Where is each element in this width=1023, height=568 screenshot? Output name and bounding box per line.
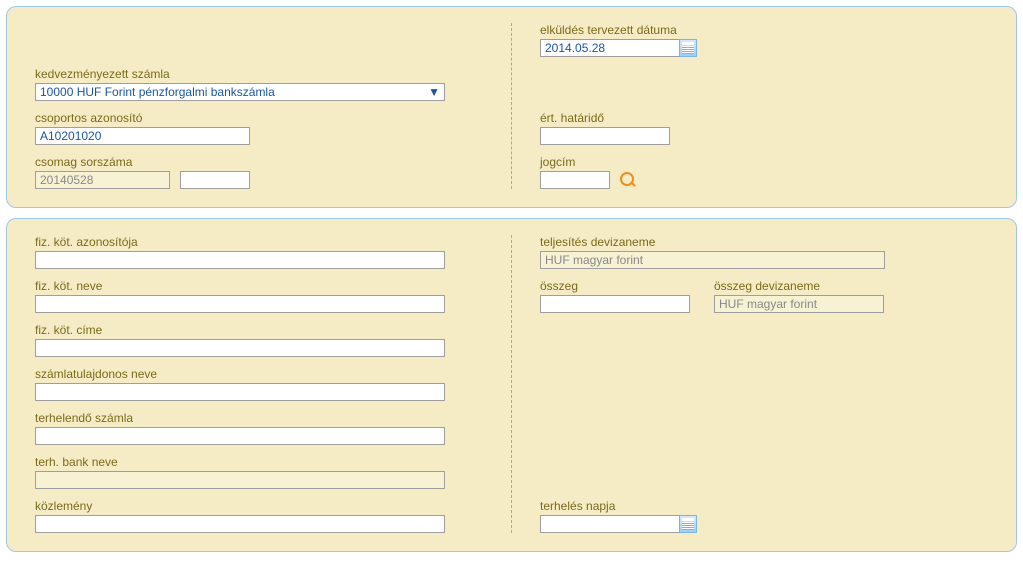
label-payer-addr: fiz. köt. címe: [35, 323, 483, 337]
field-payer-name: fiz. köt. neve: [35, 279, 483, 313]
field-debit-date: terhelés napja: [540, 499, 988, 533]
field-send-date: elküldés tervezett dátuma: [540, 23, 988, 57]
field-amount-currency: összeg devizaneme: [714, 279, 884, 313]
input-send-date[interactable]: [540, 39, 680, 57]
input-payer-addr[interactable]: [35, 339, 445, 357]
label-payer-id: fiz. köt. azonosítója: [35, 235, 483, 249]
label-payer-name: fiz. köt. neve: [35, 279, 483, 293]
label-owner-name: számlatulajdonos neve: [35, 367, 483, 381]
label-package-seq: csomag sorszáma: [35, 155, 483, 169]
label-perf-currency: teljesítés devizaneme: [540, 235, 988, 249]
field-deadline: ért. határidő: [540, 111, 988, 145]
label-deadline: ért. határidő: [540, 111, 988, 125]
field-amount: összeg: [540, 279, 690, 313]
field-beneficiary-account: kedvezményezett számla 10000 HUF Forint …: [35, 67, 483, 101]
field-owner-name: számlatulajdonos neve: [35, 367, 483, 401]
input-debit-date[interactable]: [540, 515, 680, 533]
chevron-down-icon: ▼: [428, 86, 440, 98]
input-amount[interactable]: [540, 295, 690, 313]
label-debit-date: terhelés napja: [540, 499, 988, 513]
input-memo[interactable]: [35, 515, 445, 533]
input-debit-account[interactable]: [35, 427, 445, 445]
label-group-id: csoportos azonosító: [35, 111, 483, 125]
calendar-icon[interactable]: [679, 515, 697, 533]
field-group-id: csoportos azonosító: [35, 111, 483, 145]
field-payer-addr: fiz. köt. címe: [35, 323, 483, 357]
field-perf-currency: teljesítés devizaneme: [540, 235, 988, 269]
panel-header: kedvezményezett számla 10000 HUF Forint …: [6, 6, 1017, 208]
label-debit-bank: terh. bank neve: [35, 455, 483, 469]
field-debit-bank: terh. bank neve: [35, 455, 483, 489]
calendar-icon[interactable]: [679, 39, 697, 57]
input-deadline[interactable]: [540, 127, 670, 145]
dropdown-beneficiary-account[interactable]: 10000 HUF Forint pénzforgalmi bankszámla…: [35, 83, 445, 101]
field-memo: közlemény: [35, 499, 483, 533]
label-title: jogcím: [540, 155, 988, 169]
label-memo: közlemény: [35, 499, 483, 513]
dropdown-beneficiary-account-value: 10000 HUF Forint pénzforgalmi bankszámla: [40, 85, 275, 99]
header-right-col: elküldés tervezett dátuma ért. határidő …: [511, 23, 988, 189]
input-title[interactable]: [540, 171, 610, 189]
label-send-date: elküldés tervezett dátuma: [540, 23, 988, 37]
search-icon[interactable]: [620, 172, 636, 188]
header-left-col: kedvezményezett számla 10000 HUF Forint …: [35, 23, 511, 189]
label-beneficiary-account: kedvezményezett számla: [35, 67, 483, 81]
field-debit-account: terhelendő számla: [35, 411, 483, 445]
input-payer-id[interactable]: [35, 251, 445, 269]
field-title: jogcím: [540, 155, 988, 189]
input-group-id[interactable]: [35, 127, 250, 145]
field-package-seq: csomag sorszáma: [35, 155, 483, 189]
row-amount: összeg összeg devizaneme: [540, 279, 988, 323]
field-payer-id: fiz. köt. azonosítója: [35, 235, 483, 269]
detail-right-col: teljesítés devizaneme összeg összeg devi…: [511, 235, 988, 533]
label-debit-account: terhelendő számla: [35, 411, 483, 425]
detail-left-col: fiz. köt. azonosítója fiz. köt. neve fiz…: [35, 235, 511, 533]
label-amount-currency: összeg devizaneme: [714, 279, 884, 293]
label-amount: összeg: [540, 279, 690, 293]
panel-detail: fiz. köt. azonosítója fiz. köt. neve fiz…: [6, 218, 1017, 552]
input-perf-currency: [540, 251, 885, 269]
input-amount-currency: [714, 295, 884, 313]
input-package-seq-2[interactable]: [180, 171, 250, 189]
input-package-seq-1: [35, 171, 170, 189]
input-owner-name[interactable]: [35, 383, 445, 401]
input-debit-bank: [35, 471, 445, 489]
input-payer-name[interactable]: [35, 295, 445, 313]
